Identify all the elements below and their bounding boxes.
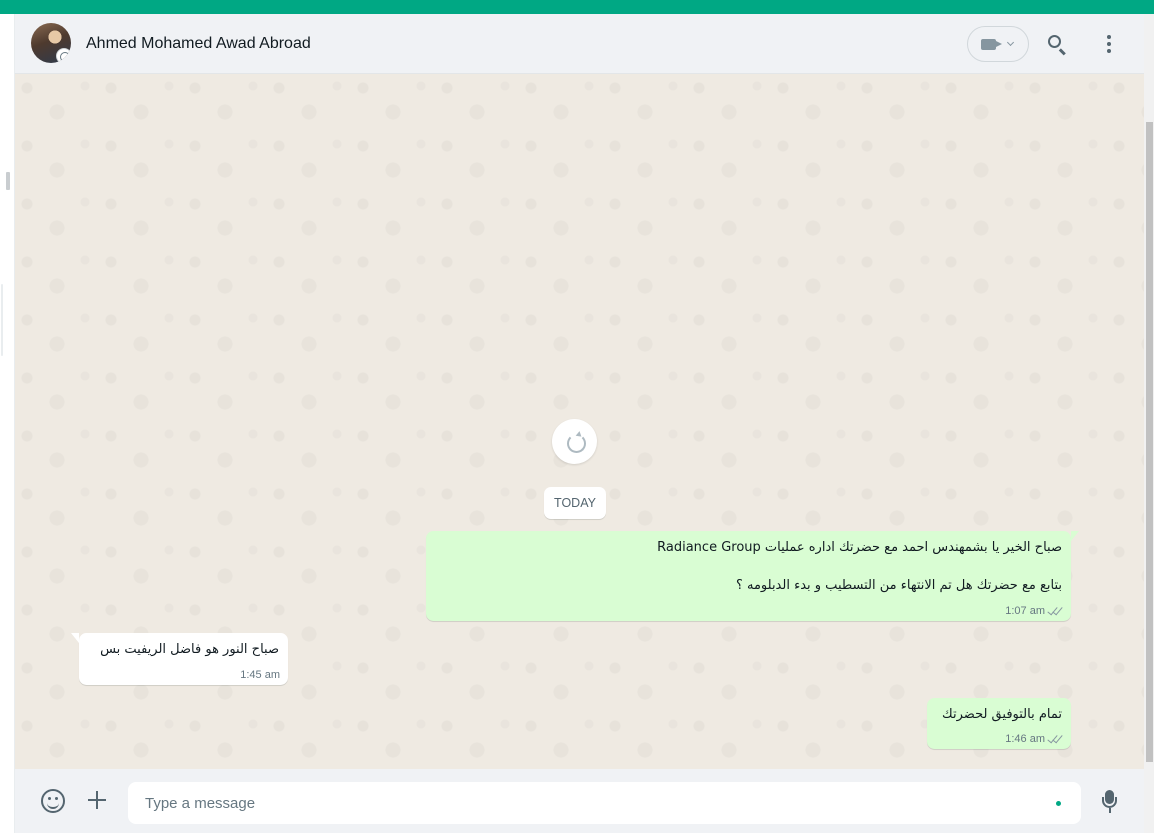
message-list[interactable]: TODAY صباح الخير يا بشمهندس احمد مع حضرت… [15,74,1144,769]
message-time: 1:07 am [1005,605,1045,617]
refresh-icon[interactable] [552,419,597,464]
video-call-button[interactable] [967,26,1029,62]
mic-cup [1102,797,1117,808]
chat-header: Ahmed Mohamed Awad Abroad [15,14,1144,74]
double-check-icon [1047,604,1063,616]
message-composer [15,769,1144,833]
search-button[interactable] [1045,32,1069,56]
message-bubble-incoming[interactable]: صباح النور هو فاضل الريفيت بس 1:45 am [71,633,288,685]
scrollbar-thumb[interactable] [1146,122,1153,762]
contact-name[interactable]: Ahmed Mohamed Awad Abroad [86,35,311,53]
input-status-dot [1056,801,1061,806]
bubble-tail [71,633,79,643]
emoji-icon[interactable] [41,789,65,813]
more-options-button[interactable] [1099,32,1119,56]
more-vertical-icon [1107,35,1111,39]
left-panel-edge [0,14,15,833]
date-divider: TODAY [544,487,606,519]
contact-avatar[interactable] [31,23,71,63]
message-bubble-outgoing[interactable]: تمام بالتوفيق لحضرتك 1:46 am [927,698,1071,749]
chat-window: Ahmed Mohamed Awad Abroad TODAY صباح الخ… [15,14,1144,833]
microphone-icon[interactable] [1098,789,1122,815]
left-panel-scroll-marker [6,172,10,190]
more-vertical-icon-dot [1107,49,1111,53]
chevron-down-icon [1006,38,1015,47]
message-time: 1:45 am [240,669,280,681]
message-text-line: صباح النور هو فاضل الريفيت بس [100,642,279,657]
more-vertical-icon-dot [1107,42,1111,46]
search-icon [1048,35,1061,48]
left-panel-divider [1,284,3,356]
top-accent-bar [0,0,1154,14]
video-camera-icon [981,39,1002,50]
message-text-line: صباح الخير يا بشمهندس احمد مع حضرتك ادار… [657,540,1062,555]
bubble-tail [1071,531,1079,541]
mic-stem [1109,808,1111,813]
message-input[interactable] [128,782,1081,824]
search-icon-handle [1059,48,1066,56]
status-badge-icon [56,48,71,63]
double-check-icon [1047,732,1063,744]
plus-icon[interactable] [87,790,107,810]
message-text-line: تمام بالتوفيق لحضرتك [942,707,1062,722]
message-bubble-outgoing[interactable]: صباح الخير يا بشمهندس احمد مع حضرتك ادار… [426,531,1079,621]
message-text-line: بتابع مع حضرتك هل تم الانتهاء من التسطيب… [735,578,1062,593]
message-time: 1:46 am [1005,733,1045,745]
